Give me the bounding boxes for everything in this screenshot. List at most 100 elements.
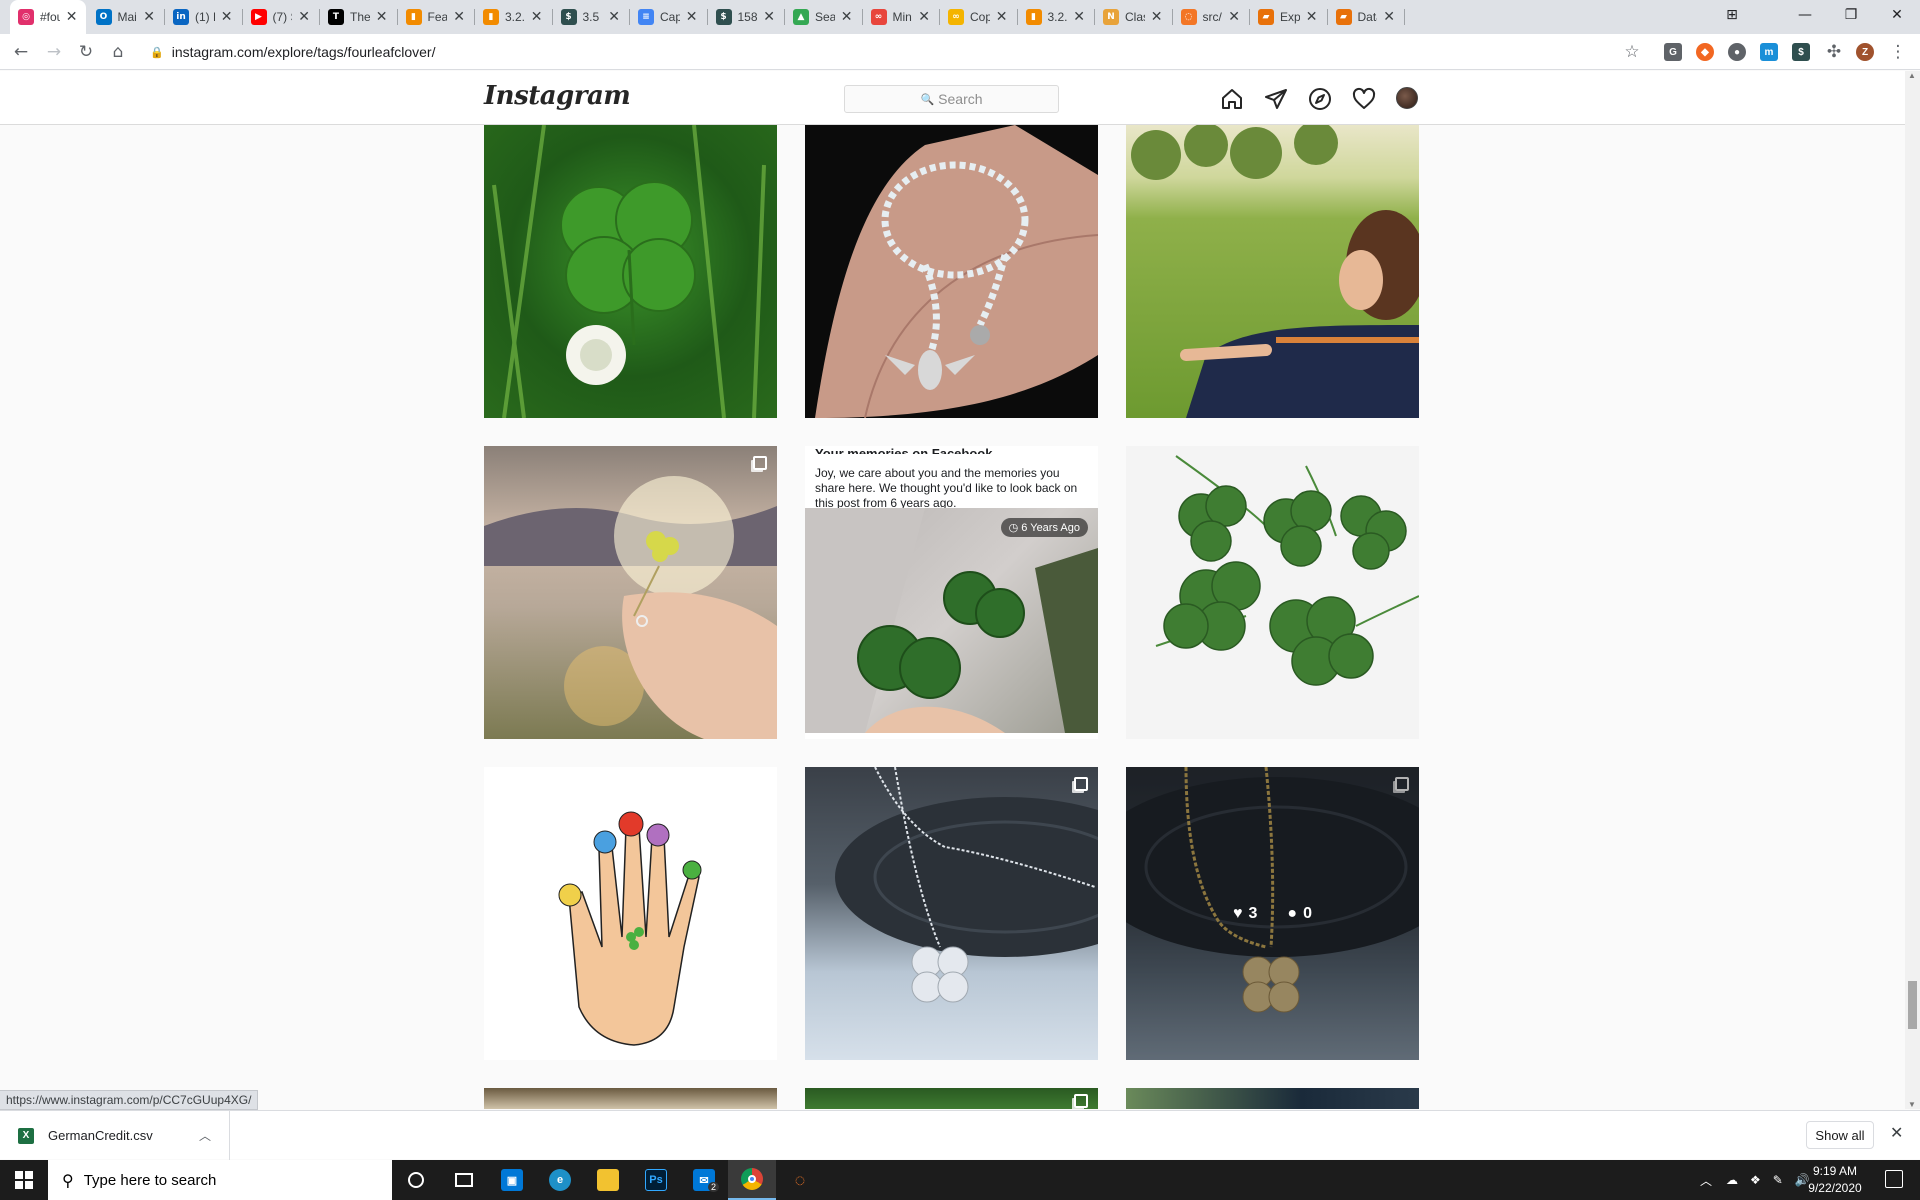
browser-tab[interactable]: ≡ Capst ✕: [630, 0, 706, 34]
minimize-button[interactable]: —: [1782, 0, 1828, 30]
forward-arrow-icon[interactable]: →: [40, 38, 68, 66]
activity-heart-icon[interactable]: [1352, 87, 1376, 111]
extension-dollar-icon[interactable]: $: [1792, 43, 1810, 61]
tab-close-icon[interactable]: ✕: [1383, 9, 1395, 25]
cortana-button[interactable]: [392, 1160, 440, 1200]
home-icon[interactable]: ⌂: [104, 38, 132, 66]
memory-text: Joy, we care about you and the memories …: [815, 466, 1078, 510]
tab-close-icon[interactable]: ✕: [66, 9, 78, 25]
show-hidden-icons-chevron-icon[interactable]: ︿: [1700, 1172, 1712, 1189]
browser-tab[interactable]: ◎ #four ✕: [10, 0, 86, 34]
taskbar-search-box[interactable]: ⚲ Type here to search: [48, 1160, 392, 1200]
close-download-shelf-button[interactable]: ✕: [1890, 1123, 1903, 1142]
post-thumbnail[interactable]: [805, 767, 1098, 1060]
address-bar[interactable]: 🔒 instagram.com/explore/tags/fourleafclo…: [140, 37, 1640, 67]
scroll-down-icon[interactable]: ▼: [1908, 1100, 1916, 1109]
pen-icon[interactable]: ✎: [1773, 1173, 1783, 1187]
extension-orange-icon[interactable]: ◆: [1696, 43, 1714, 61]
instagram-logo[interactable]: Instagram: [484, 81, 631, 111]
tab-close-icon[interactable]: ✕: [221, 9, 233, 25]
windows-start-button[interactable]: [0, 1160, 48, 1200]
restore-button[interactable]: ❐: [1828, 0, 1874, 30]
post-thumbnail[interactable]: [805, 1088, 1098, 1109]
page-scrollbar[interactable]: ▲ ▼: [1905, 71, 1920, 1109]
browser-tab[interactable]: ∞ Copy ✕: [940, 0, 1016, 34]
bookmark-star-icon[interactable]: ☆: [1618, 38, 1646, 66]
new-tab-button[interactable]: ⊞: [1709, 0, 1755, 30]
taskbar-file-explorer-app[interactable]: [584, 1160, 632, 1200]
extension-circle-icon[interactable]: ●: [1728, 43, 1746, 61]
task-view-button[interactable]: [440, 1160, 488, 1200]
profile-avatar[interactable]: [1396, 87, 1418, 109]
taskbar-store-app[interactable]: ▣: [488, 1160, 536, 1200]
taskbar-chrome-app[interactable]: [728, 1160, 776, 1200]
instagram-search-input[interactable]: 🔍 Search: [844, 85, 1059, 113]
post-thumbnail[interactable]: [805, 125, 1098, 418]
close-window-button[interactable]: ✕: [1874, 0, 1920, 30]
browser-tab[interactable]: ▮ 3.2.4. ✕: [475, 0, 551, 34]
browser-tab[interactable]: ▮ 3.2.4. ✕: [1018, 0, 1094, 34]
post-thumbnail[interactable]: [1126, 1088, 1419, 1109]
browser-tab[interactable]: ▶ (7) Su ✕: [243, 0, 319, 34]
browser-tab[interactable]: ∞ Mini- ✕: [863, 0, 939, 34]
back-arrow-icon[interactable]: ←: [7, 38, 35, 66]
post-thumbnail[interactable]: [484, 767, 777, 1060]
browser-tab[interactable]: $3.5 Ca ✕: [553, 0, 629, 34]
scroll-up-icon[interactable]: ▲: [1908, 71, 1916, 80]
reload-icon[interactable]: ↻: [72, 38, 100, 66]
taskbar-photoshop-app[interactable]: Ps: [632, 1160, 680, 1200]
download-item[interactable]: X GermanCredit.csv ︿: [0, 1111, 230, 1160]
taskbar-jupyter-app[interactable]: ◌: [776, 1160, 824, 1200]
tab-close-icon[interactable]: ✕: [453, 9, 465, 25]
browser-tab[interactable]: O Mail - ✕: [88, 0, 164, 34]
tab-close-icon[interactable]: ✕: [143, 9, 155, 25]
home-icon[interactable]: [1220, 87, 1244, 111]
onedrive-cloud-icon[interactable]: ☁: [1726, 1173, 1738, 1187]
extension-blue-icon[interactable]: m: [1760, 43, 1778, 61]
browser-tab[interactable]: ◌ src/C ✕: [1173, 0, 1249, 34]
dropbox-icon[interactable]: ❖: [1750, 1173, 1761, 1187]
tab-close-icon[interactable]: ✕: [1073, 9, 1085, 25]
browser-tab[interactable]: ▰ Exper ✕: [1250, 0, 1326, 34]
post-thumbnail[interactable]: [484, 446, 777, 739]
tab-close-icon[interactable]: ✕: [763, 9, 775, 25]
post-thumbnail[interactable]: [1126, 125, 1419, 418]
post-thumbnail[interactable]: Your memories on Facebook Joy, we care a…: [805, 446, 1098, 739]
browser-tab[interactable]: ▮ Featu ✕: [398, 0, 474, 34]
grammarly-extension-icon[interactable]: G: [1664, 43, 1682, 61]
browser-tab[interactable]: N Class ✕: [1095, 0, 1171, 34]
extensions-puzzle-icon[interactable]: ✣: [1820, 38, 1848, 66]
tab-close-icon[interactable]: ✕: [1151, 9, 1163, 25]
chevron-up-icon[interactable]: ︿: [199, 1127, 211, 1144]
browser-tab[interactable]: ▲ Searc ✕: [785, 0, 861, 34]
tab-close-icon[interactable]: ✕: [608, 9, 620, 25]
post-thumbnail[interactable]: [484, 1088, 777, 1109]
show-all-downloads-button[interactable]: Show all: [1806, 1121, 1874, 1149]
taskbar-mail-app[interactable]: ✉ 2: [680, 1160, 728, 1200]
browser-tab[interactable]: $1585 ✕: [708, 0, 784, 34]
action-center-notification-icon[interactable]: [1885, 1170, 1903, 1188]
tab-close-icon[interactable]: ✕: [1228, 9, 1240, 25]
tab-close-icon[interactable]: ✕: [918, 9, 930, 25]
clover-on-sidewalk-image: [805, 508, 1098, 733]
browser-tab[interactable]: in (1) Lin ✕: [165, 0, 241, 34]
browser-tab[interactable]: T The N ✕: [320, 0, 396, 34]
taskbar-clock[interactable]: 9:19 AM 9/22/2020: [1795, 1163, 1875, 1197]
scrollbar-thumb[interactable]: [1908, 981, 1917, 1029]
tab-close-icon[interactable]: ✕: [686, 9, 698, 25]
profile-avatar[interactable]: Z: [1856, 43, 1874, 61]
direct-messages-icon[interactable]: [1264, 87, 1288, 111]
tab-close-icon[interactable]: ✕: [376, 9, 388, 25]
explore-compass-icon[interactable]: [1308, 87, 1332, 111]
tab-close-icon[interactable]: ✕: [298, 9, 310, 25]
tab-close-icon[interactable]: ✕: [996, 9, 1008, 25]
browser-tab[interactable]: ▰ Data ✕: [1328, 0, 1404, 34]
post-thumbnail[interactable]: [484, 125, 777, 418]
tab-close-icon[interactable]: ✕: [841, 9, 853, 25]
post-thumbnail-hovered[interactable]: ♥ 3 ● 0: [1126, 767, 1419, 1060]
tab-close-icon[interactable]: ✕: [531, 9, 543, 25]
tab-close-icon[interactable]: ✕: [1306, 9, 1318, 25]
taskbar-edge-app[interactable]: e: [536, 1160, 584, 1200]
post-thumbnail[interactable]: [1126, 446, 1419, 739]
chrome-menu-icon[interactable]: ⋮: [1884, 38, 1912, 66]
